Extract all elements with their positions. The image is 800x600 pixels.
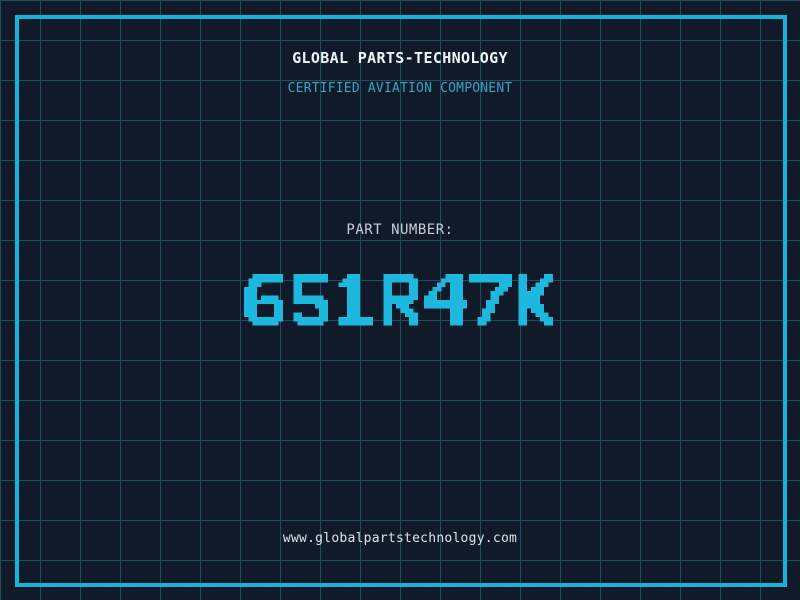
company-title: GLOBAL PARTS-TECHNOLOGY [292, 49, 508, 67]
certification-subtitle: CERTIFIED AVIATION COMPONENT [287, 81, 513, 96]
website-url: www.globalpartstechnology.com [282, 531, 518, 546]
blueprint-page: GLOBAL PARTS-TECHNOLOGY CERTIFIED AVIATI… [0, 0, 800, 600]
part-number-pixel-text [243, 274, 553, 326]
part-number-display [0, 274, 800, 326]
part-number-label: PART NUMBER: [346, 222, 454, 238]
